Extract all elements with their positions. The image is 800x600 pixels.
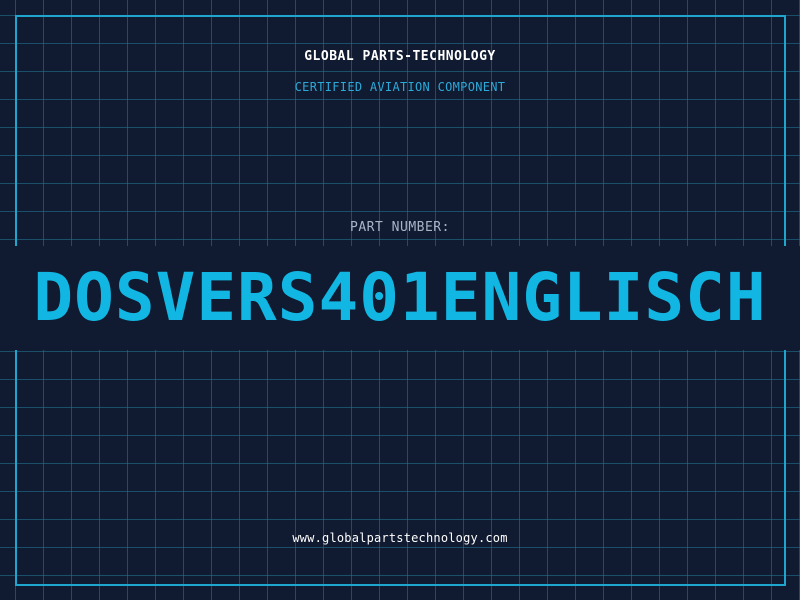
- part-label-card: GLOBAL PARTS-TECHNOLOGY CERTIFIED AVIATI…: [0, 0, 800, 600]
- company-name: GLOBAL PARTS-TECHNOLOGY: [304, 49, 496, 64]
- part-number-value: DOSVERS401ENGLISCH: [33, 259, 767, 336]
- part-number-label: PART NUMBER:: [350, 220, 450, 235]
- company-tagline: CERTIFIED AVIATION COMPONENT: [294, 80, 506, 94]
- website-link[interactable]: www.globalpartstechnology.com: [0, 531, 800, 545]
